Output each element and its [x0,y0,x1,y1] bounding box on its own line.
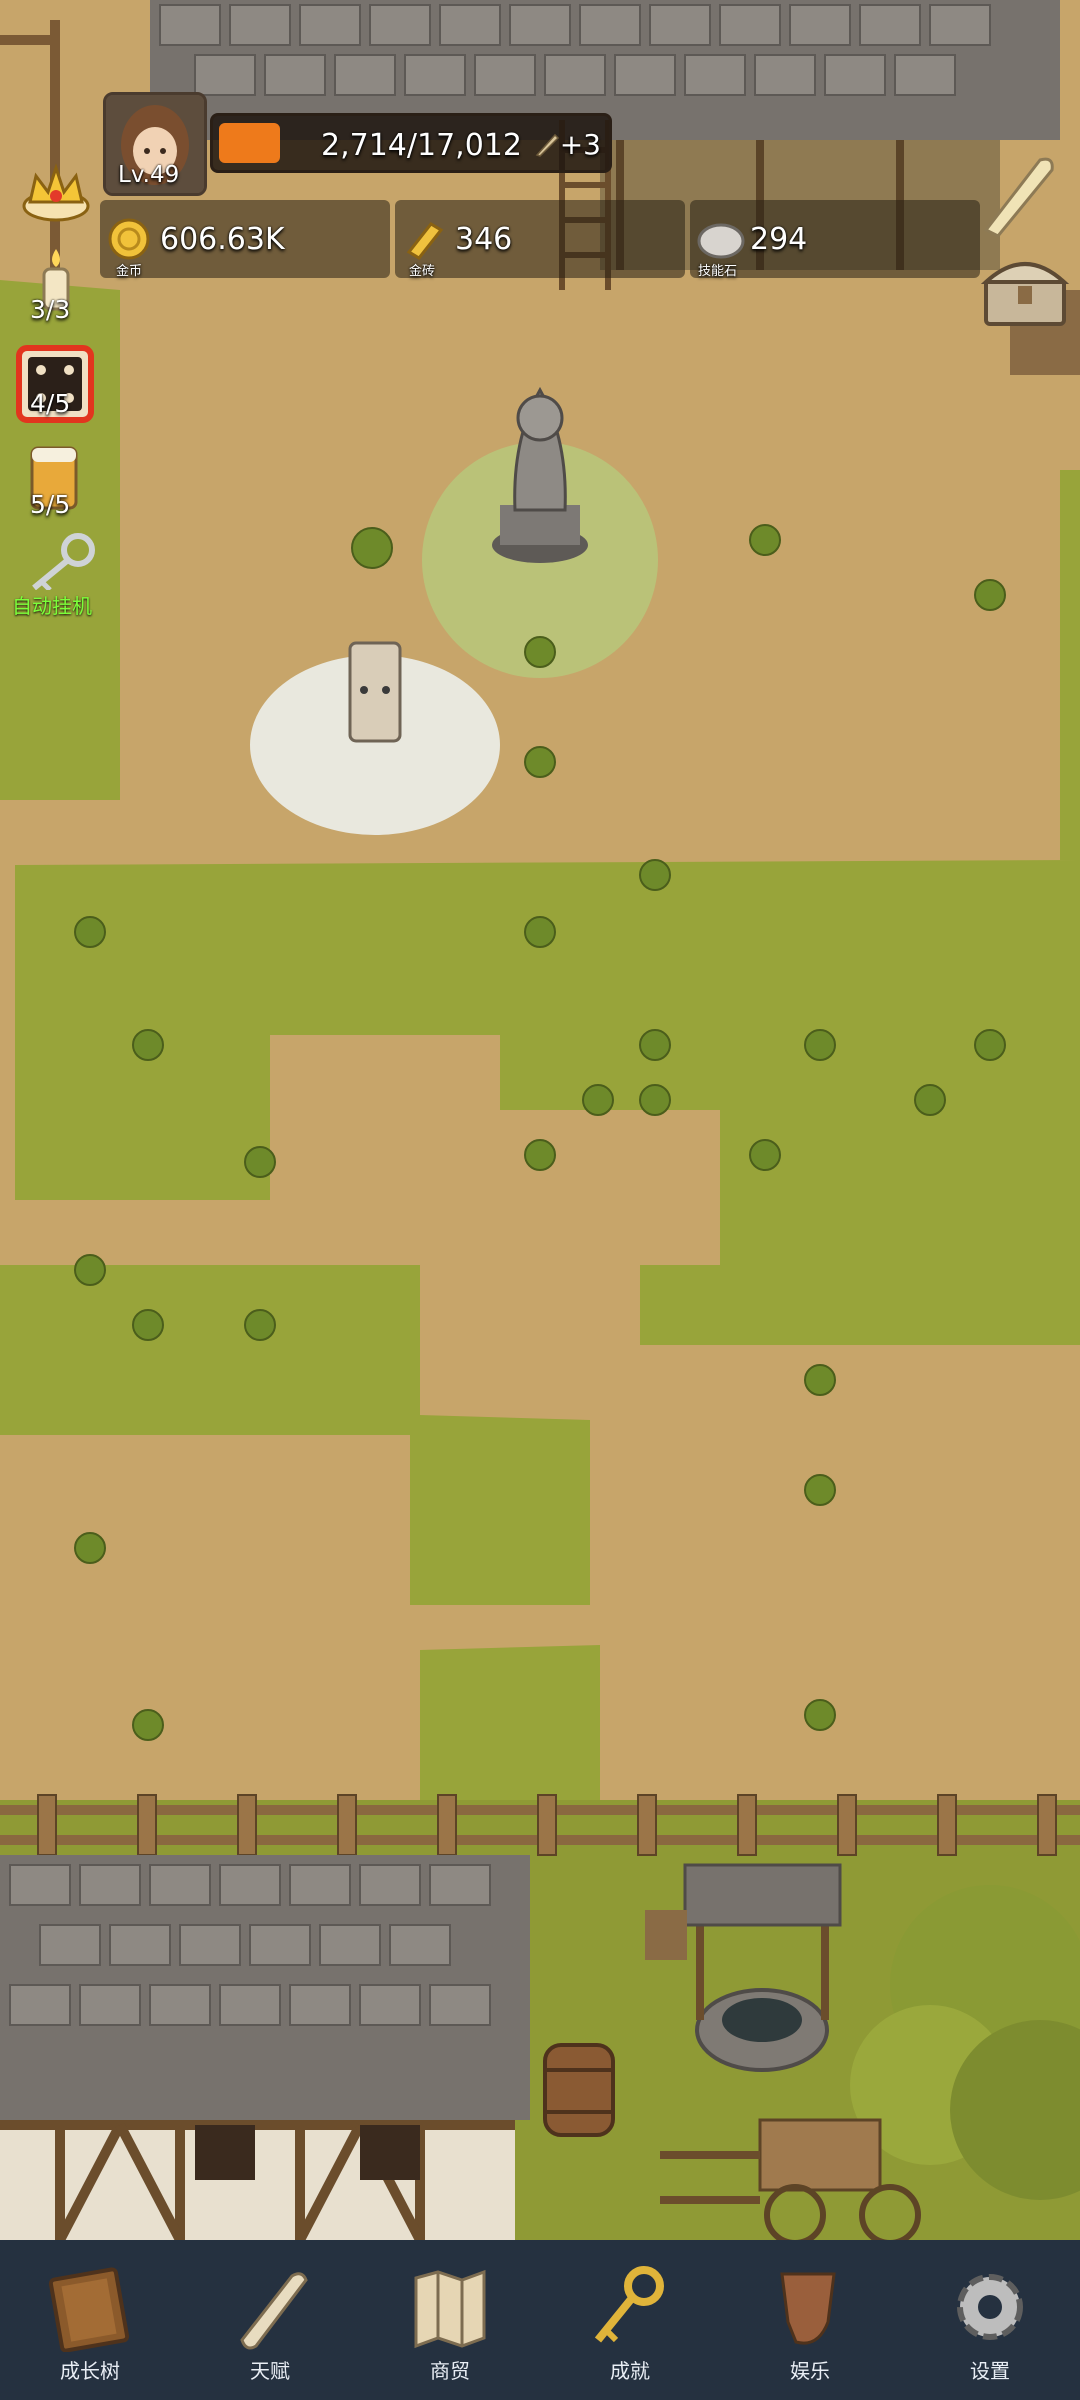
quill-icon [535,133,559,157]
experience-bonus-value: +3 [559,128,601,161]
auto-idle-label: 自动挂机 [12,594,92,618]
treasure-chest-icon[interactable] [980,250,1070,330]
beer-button[interactable]: 5/5 [26,440,84,522]
nav-item-achievement[interactable]: 成就 [540,2240,720,2400]
gold-coin-value: 606.63K [160,222,285,257]
gold-brick-value: 346 [455,222,513,257]
experience-text: 2,714/17,012 [321,128,522,163]
game-scene[interactable] [0,0,1080,2240]
skill-stone-icon [697,223,745,259]
gear-icon [957,2274,1023,2340]
gold-brick-label: 金砖 [409,264,436,279]
map-icon [414,2269,486,2349]
nav-label-trade: 商贸 [430,2359,470,2383]
nav-item-trade[interactable]: 商贸 [360,2240,540,2400]
auto-idle-button[interactable]: 自动挂机 [10,530,106,620]
horn-icon[interactable] [980,150,1060,240]
crown-icon[interactable] [18,158,94,224]
nav-label-growth-tree: 成长树 [60,2359,120,2383]
nav-label-talent: 天赋 [250,2359,290,2383]
skill-stone-counter[interactable]: 294 技能石 [690,200,980,279]
candle-button[interactable]: 3/3 [28,245,84,330]
gold-coin-counter[interactable]: 606.63K 金币 [100,200,390,279]
key-icon [594,2266,664,2343]
gold-brick-counter[interactable]: 346 金砖 [395,200,685,279]
dice-button[interactable]: 4/5 [16,345,94,423]
book-icon [48,2267,130,2352]
player-level: Lv.49 [118,162,180,188]
nav-label-achievement: 成就 [610,2359,650,2383]
gold-coin-label: 金币 [116,264,143,279]
mug-icon [780,2272,836,2345]
skill-stone-label: 技能石 [698,264,738,279]
scroll-icon [240,2272,308,2350]
nav-item-settings[interactable]: 设置 [900,2240,1080,2400]
bottom-navigation: 成长树 天赋 商贸 成就 娱乐 设置 [0,2240,1080,2400]
dice-counter: 4/5 [30,389,71,418]
key-icon [32,533,95,590]
gold-brick-icon [406,222,444,260]
map-background [0,0,1080,2240]
beer-counter: 5/5 [30,490,71,519]
nav-label-entertainment: 娱乐 [790,2359,830,2383]
nav-item-growth-tree[interactable]: 成长树 [0,2240,180,2400]
experience-bar-fill [219,123,280,163]
experience-bar: 2,714/17,012 +3 [210,113,612,173]
candle-counter: 3/3 [30,295,71,324]
nav-item-talent[interactable]: 天赋 [180,2240,360,2400]
skill-stone-value: 294 [750,222,808,257]
nav-label-settings: 设置 [970,2359,1010,2383]
gold-coin-icon [108,218,150,260]
experience-bonus: +3 [534,128,601,161]
nav-item-entertainment[interactable]: 娱乐 [720,2240,900,2400]
